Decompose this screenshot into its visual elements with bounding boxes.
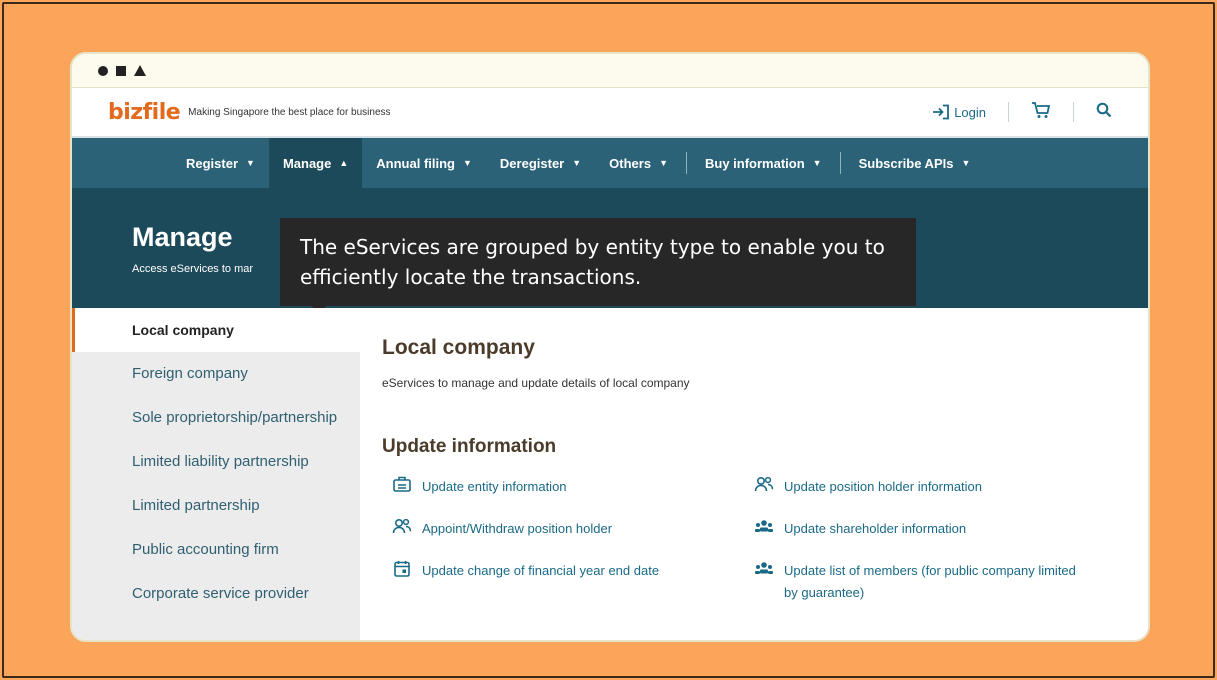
main-nav: Register ▼ Manage ▲ Annual filing ▼ Deregis… [72, 138, 1148, 188]
site-header: bizfile Making Singapore the best place … [72, 88, 1148, 138]
tutorial-tooltip: The eServices are grouped by entity type… [280, 218, 916, 306]
sidebar-item-sole-proprietorship[interactable]: Sole proprietorship/partnership [72, 396, 360, 440]
nav-label: Others [609, 155, 652, 171]
group-icon [754, 560, 774, 576]
nav-divider [839, 152, 841, 174]
content-area: Local company Foreign company Sole propr… [72, 308, 1148, 640]
triangle-icon [134, 65, 146, 76]
section-description: eServices to manage and update details o… [382, 376, 690, 390]
link-label: Update list of members (for public compa… [784, 563, 1076, 600]
nav-others[interactable]: Others ▼ [595, 138, 682, 188]
sidebar-item-corporate-service-provider[interactable]: Corporate service provider [72, 572, 360, 616]
cart-icon[interactable] [1031, 101, 1051, 124]
main-panel: Local company eServices to manage and up… [360, 308, 1148, 640]
nav-label: Annual filing [376, 155, 455, 171]
nav-label: Buy information [704, 155, 805, 171]
nav-buy-information[interactable]: Buy information ▼ [691, 138, 836, 188]
circle-icon [98, 65, 108, 76]
link-update-entity-information[interactable]: Update entity information [392, 476, 754, 518]
header-actions: Login [932, 101, 1112, 124]
square-icon [116, 65, 126, 76]
entity-sidebar: Local company Foreign company Sole propr… [72, 308, 360, 640]
subsection-heading: Update information [382, 436, 557, 457]
nav-label: Register [186, 155, 239, 171]
bizfile-logo[interactable]: bizfile [108, 100, 181, 125]
nav-annual-filing[interactable]: Annual filing ▼ [362, 138, 486, 188]
login-link[interactable]: Login [932, 104, 986, 120]
sidebar-item-llp[interactable]: Limited liability partnership [72, 440, 360, 484]
people-icon [392, 518, 412, 534]
link-update-shareholder[interactable]: Update shareholder information [754, 518, 1084, 560]
nav-label: Subscribe APIs [858, 155, 954, 171]
tagline: Making Singapore the best place for busi… [188, 106, 391, 118]
nav-register[interactable]: Register ▼ [172, 138, 269, 188]
link-change-fye[interactable]: Update change of financial year end date [392, 560, 754, 604]
caret-down-icon: ▼ [572, 158, 582, 168]
page-hero: Manage Access eServices to mar The eServ… [72, 188, 1148, 316]
link-label: Appoint/Withdraw position holder [422, 521, 613, 536]
link-label: Update entity information [422, 479, 567, 494]
nav-subscribe-apis[interactable]: Subscribe APIs ▼ [845, 138, 985, 188]
nav-label: Manage [282, 155, 332, 171]
divider [1073, 102, 1074, 122]
link-label: Update position holder information [784, 479, 983, 494]
link-appoint-withdraw[interactable]: Appoint/Withdraw position holder [392, 518, 754, 560]
nav-label: Deregister [499, 155, 565, 171]
search-icon[interactable] [1096, 102, 1112, 123]
calendar-icon [392, 560, 412, 577]
caret-down-icon: ▼ [659, 158, 668, 168]
people-icon [754, 476, 774, 492]
eservice-links: Update entity information Update positio… [382, 476, 1148, 604]
section-heading: Local company [382, 336, 535, 359]
link-update-members[interactable]: Update list of members (for public compa… [754, 560, 1084, 604]
caret-up-icon: ▲ [339, 158, 349, 168]
login-label: Login [954, 104, 986, 120]
nav-deregister[interactable]: Deregister ▼ [486, 138, 595, 188]
caret-down-icon: ▼ [246, 158, 255, 168]
sidebar-item-limited-partnership[interactable]: Limited partnership [72, 484, 360, 528]
group-icon [754, 518, 774, 534]
caret-down-icon: ▼ [812, 158, 822, 168]
browser-titlebar [72, 54, 1148, 88]
nav-divider [685, 152, 687, 174]
sidebar-item-foreign-company[interactable]: Foreign company [72, 352, 360, 396]
link-label: Update change of financial year end date [422, 563, 660, 578]
login-icon [933, 104, 950, 120]
caret-down-icon: ▼ [961, 158, 971, 168]
nav-manage[interactable]: Manage ▲ [268, 138, 363, 188]
divider [1008, 102, 1009, 122]
building-icon [392, 476, 412, 492]
sidebar-item-local-company[interactable]: Local company [72, 308, 360, 352]
caret-down-icon: ▼ [463, 158, 472, 168]
sidebar-item-public-accounting-firm[interactable]: Public accounting firm [72, 528, 360, 572]
link-update-position-holder[interactable]: Update position holder information [754, 476, 1084, 518]
link-label: Update shareholder information [784, 521, 967, 536]
browser-window: bizfile Making Singapore the best place … [70, 52, 1150, 642]
